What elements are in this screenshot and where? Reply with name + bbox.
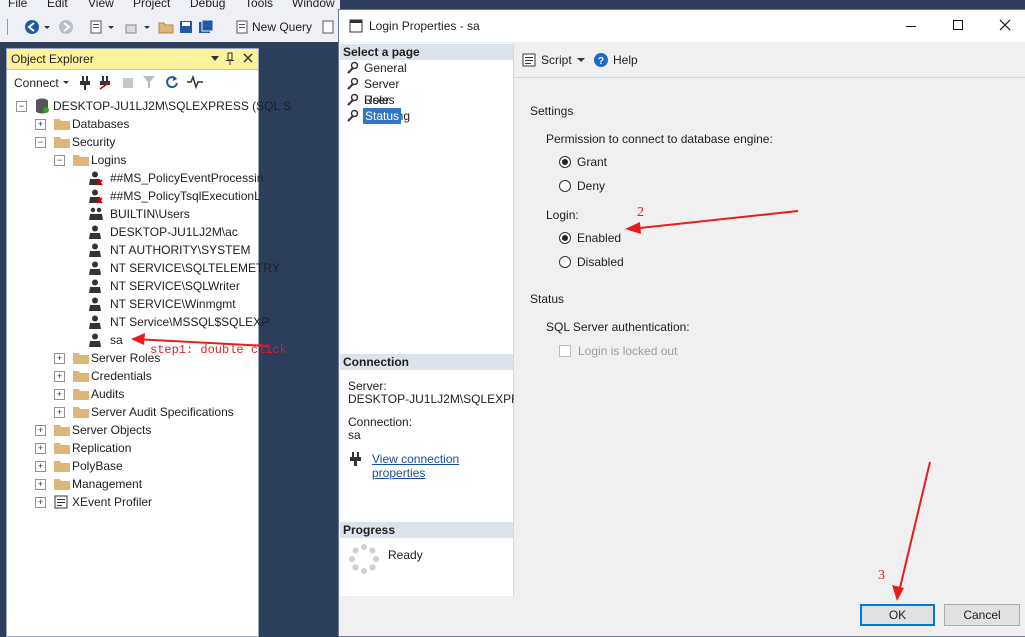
svg-text:?: ? — [598, 56, 604, 67]
sql-auth-label: SQL Server authentication: — [546, 320, 690, 334]
disabled-radio[interactable] — [559, 256, 571, 268]
page-selector-pane: Select a page General Server Roles User … — [340, 43, 536, 596]
connection-value: sa — [348, 428, 361, 442]
settings-label: Settings — [530, 104, 574, 118]
permission-label: Permission to connect to database engine… — [546, 132, 773, 146]
grant-label: Grant — [577, 155, 608, 169]
progress-status: Ready — [388, 548, 423, 562]
wrench-icon — [347, 61, 359, 74]
page-label-selected: Status — [363, 108, 402, 124]
script-button[interactable]: Script — [541, 53, 572, 67]
login-label: Login: — [546, 208, 579, 222]
step3-annotation: 3 — [878, 568, 885, 583]
dialog-toolbar: Script ? Help — [514, 43, 1025, 78]
wrench-icon — [347, 77, 359, 90]
server-value: DESKTOP-JU1LJ2M\SQLEXPRES — [348, 392, 536, 406]
enabled-label: Enabled — [577, 231, 622, 245]
view-connection-properties-link[interactable]: View connection properties — [372, 452, 513, 480]
locked-out-checkbox[interactable] — [559, 345, 571, 357]
close-icon[interactable] — [999, 19, 1011, 31]
locked-out-label: Login is locked out — [578, 344, 678, 358]
wrench-icon — [347, 109, 359, 122]
disabled-label: Disabled — [577, 255, 624, 269]
progress-spinner-icon — [349, 544, 379, 574]
script-icon[interactable] — [522, 53, 536, 67]
dialog-title: Login Properties - sa — [369, 19, 480, 33]
connection-icon — [350, 452, 361, 466]
status-section-label: Status — [530, 292, 565, 306]
login-properties-dialog: Login Properties - sa Select a page Gene… — [338, 9, 1025, 637]
select-page-header: Select a page — [340, 44, 513, 60]
page-label: General — [364, 61, 407, 75]
enabled-radio[interactable] — [559, 232, 571, 244]
wrench-icon — [347, 93, 359, 106]
help-button[interactable]: Help — [613, 53, 638, 67]
deny-label: Deny — [577, 179, 606, 193]
cancel-button[interactable]: Cancel — [944, 604, 1020, 626]
minimize-icon[interactable] — [906, 26, 916, 28]
help-icon[interactable]: ? — [594, 53, 608, 67]
deny-radio[interactable] — [559, 180, 571, 192]
step2-annotation: 2 — [637, 205, 644, 220]
connection-caption: Connection: — [348, 415, 413, 429]
ok-button[interactable]: OK — [860, 604, 935, 626]
maximize-icon[interactable] — [953, 20, 963, 30]
connection-header: Connection — [340, 354, 513, 370]
dialog-titlebar: Login Properties - sa — [339, 10, 1025, 42]
server-caption: Server: — [348, 379, 387, 393]
status-page-pane: Script ? Help Settings Permission to con… — [514, 43, 1025, 596]
dropdown-arrow-icon[interactable] — [577, 58, 585, 63]
grant-radio[interactable] — [559, 156, 571, 168]
progress-header: Progress — [340, 522, 513, 538]
dialog-app-icon — [349, 19, 363, 33]
step1-annotation: step1: double click — [150, 343, 287, 357]
